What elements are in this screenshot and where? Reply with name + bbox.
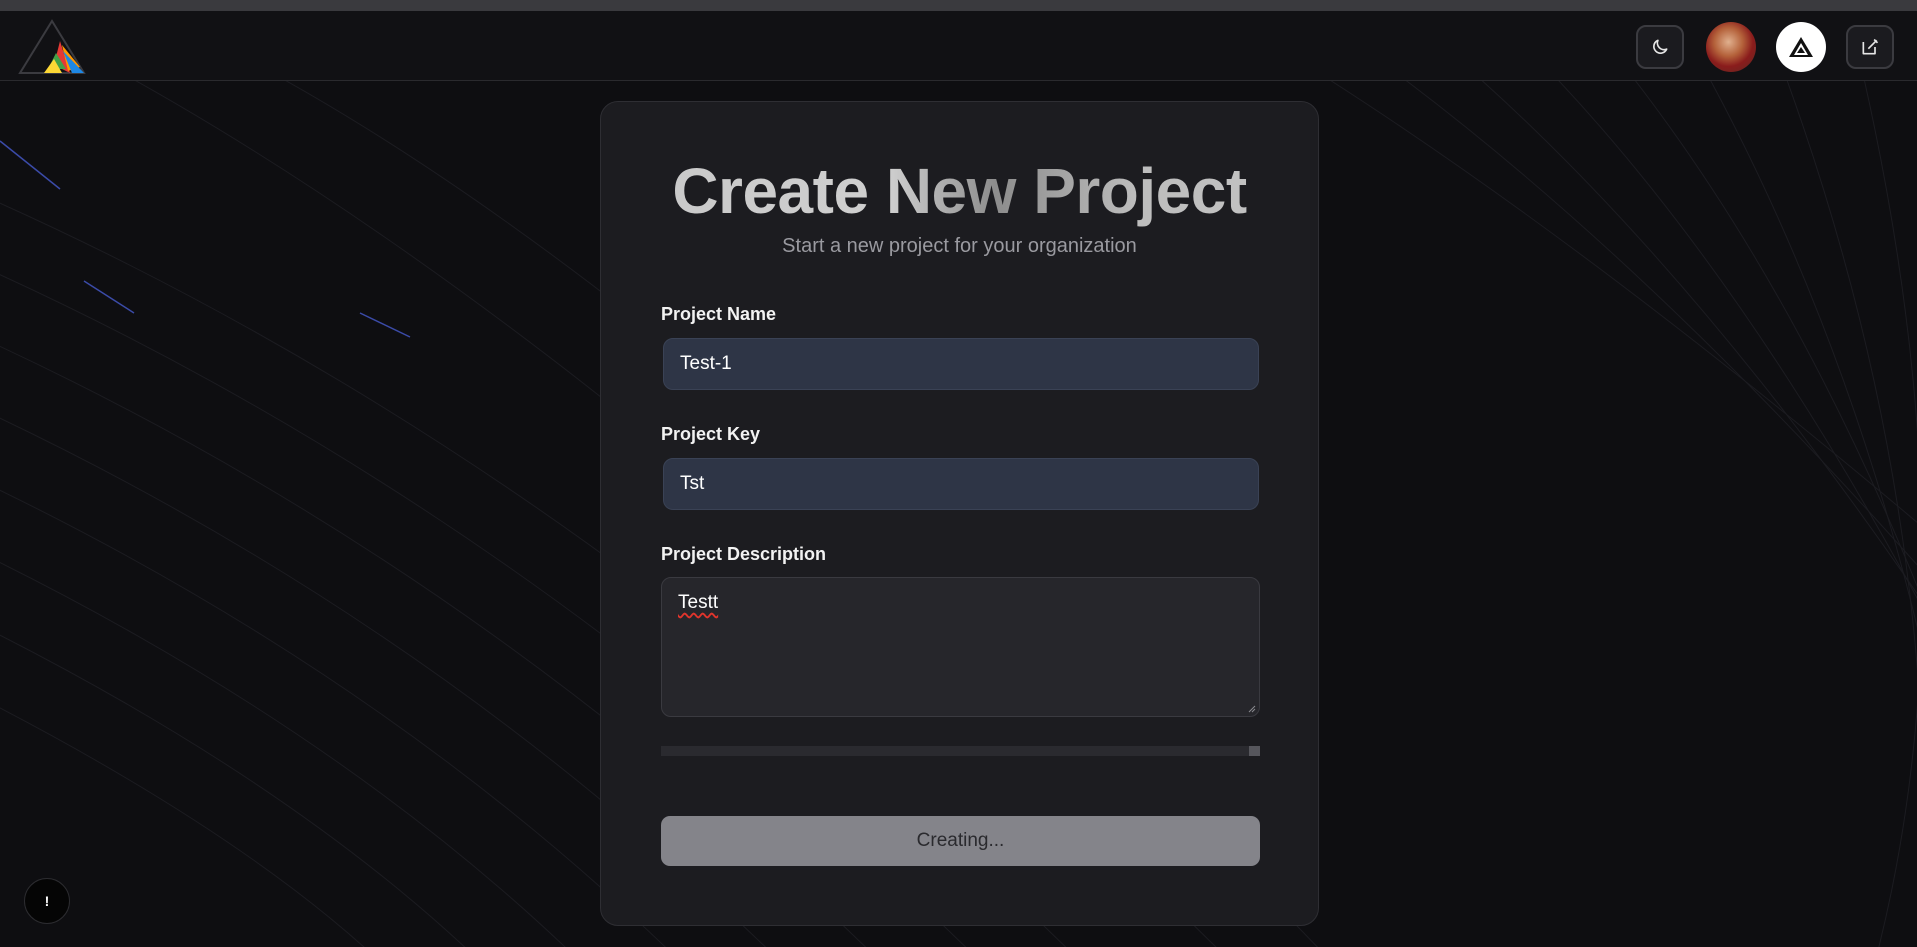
prism-logo-icon[interactable]: [18, 19, 86, 75]
project-key-input[interactable]: Tst: [663, 458, 1259, 510]
project-name-input[interactable]: Test-1: [663, 338, 1259, 390]
top-bar: [0, 11, 1917, 81]
moon-icon: [1653, 39, 1668, 54]
brand-menu-button[interactable]: [1776, 22, 1826, 72]
browser-strip: [0, 0, 1917, 11]
project-name-label: Project Name: [661, 304, 777, 324]
edit-note-icon: [1862, 38, 1879, 55]
alert-icon: !: [44, 893, 50, 909]
prism-logo-icon: [1789, 37, 1813, 57]
project-description-label: Project Description: [661, 544, 827, 564]
progress-indicator: [1249, 746, 1260, 756]
project-key-value: Tst: [680, 473, 705, 494]
resize-handle-icon[interactable]: [1248, 705, 1256, 713]
create-project-card: Create New Project Start a new project f…: [600, 101, 1319, 926]
edit-button[interactable]: [1846, 25, 1894, 69]
project-description-textarea[interactable]: Testt: [661, 577, 1260, 717]
project-description-value: Testt: [678, 592, 719, 613]
help-button[interactable]: !: [24, 878, 70, 924]
project-key-label: Project Key: [661, 424, 761, 444]
page-subtitle: Start a new project for your organizatio…: [782, 235, 1137, 257]
theme-toggle-button[interactable]: [1636, 25, 1684, 69]
user-avatar[interactable]: [1706, 22, 1756, 72]
project-name-value: Test-1: [680, 353, 732, 374]
page-title: Create New Project: [601, 154, 1318, 228]
create-project-button-label: Creating...: [916, 830, 1005, 851]
progress-bar: [661, 746, 1260, 756]
create-project-button[interactable]: Creating...: [661, 816, 1260, 866]
